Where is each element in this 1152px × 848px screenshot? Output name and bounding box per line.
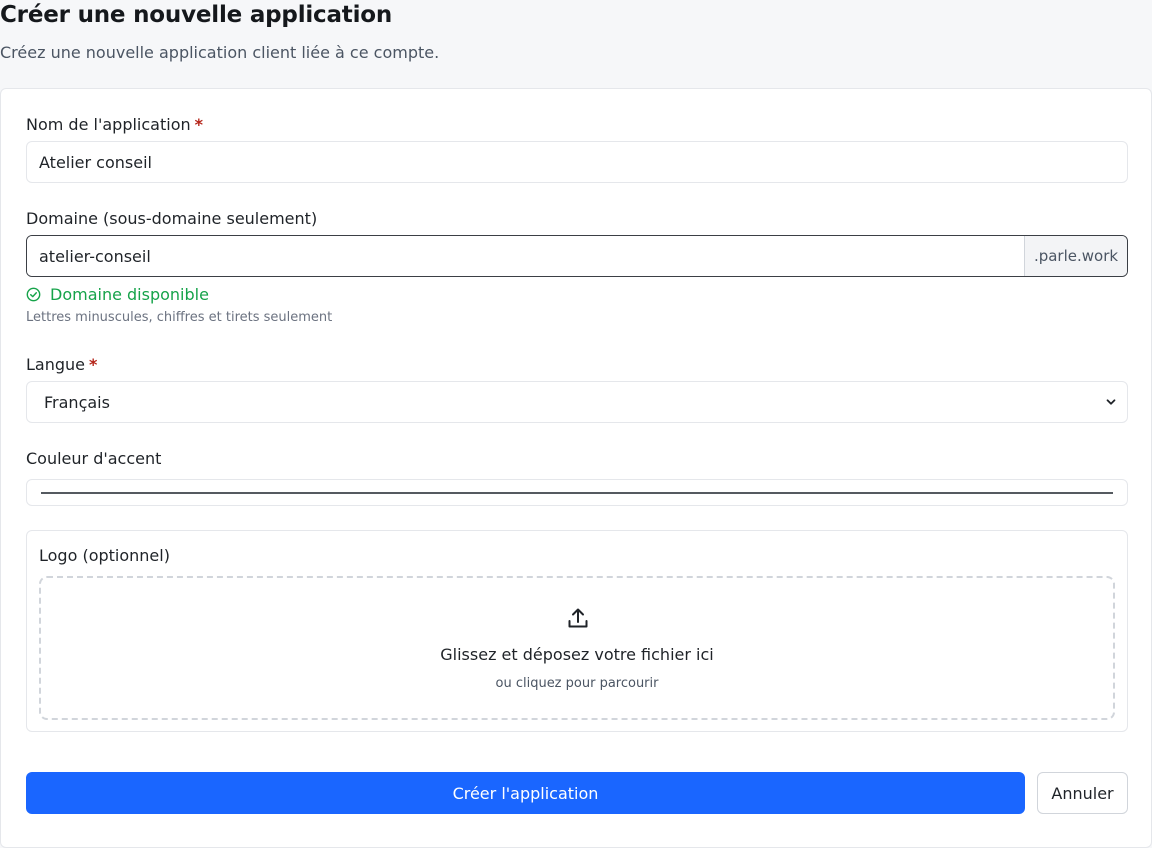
language-select[interactable]: Français [26, 381, 1128, 423]
domain-suffix: .parle.work [1024, 236, 1127, 276]
domain-label: Domaine (sous-domaine seulement) [26, 209, 318, 228]
app-name-input[interactable] [26, 141, 1128, 183]
page-header: Créer une nouvelle application Créez une… [0, 0, 1152, 88]
create-app-form: Nom de l'application* Domaine (sous-doma… [0, 88, 1152, 848]
chevron-down-icon [1106, 399, 1116, 405]
dropzone-subtitle: ou cliquez pour parcourir [495, 676, 659, 691]
page-title: Créer une nouvelle application [0, 2, 393, 28]
language-selected-value: Français [44, 392, 110, 412]
domain-hint: Lettres minuscules, chiffres et tirets s… [26, 310, 333, 325]
dropzone-title: Glissez et déposez votre fichier ici [440, 645, 714, 664]
accent-color-label: Couleur d'accent [26, 449, 162, 468]
cancel-button[interactable]: Annuler [1037, 772, 1128, 814]
domain-input[interactable] [27, 236, 1024, 276]
domain-status-text: Domaine disponible [50, 284, 209, 304]
logo-section: Logo (optionnel) Glissez et déposez votr… [26, 530, 1128, 732]
page-subtitle: Créez une nouvelle application client li… [0, 43, 440, 62]
accent-color-picker[interactable] [26, 479, 1128, 506]
domain-status: Domaine disponible [26, 283, 209, 305]
language-label-text: Langue [26, 355, 85, 374]
create-app-button[interactable]: Créer l'application [26, 772, 1025, 814]
domain-input-group: .parle.work [26, 235, 1128, 277]
logo-dropzone[interactable]: Glissez et déposez votre fichier ici ou … [39, 576, 1115, 720]
app-name-label: Nom de l'application * [26, 115, 203, 134]
accent-color-swatch [41, 492, 1113, 494]
required-mark: * [89, 355, 98, 374]
upload-icon [568, 608, 588, 628]
required-mark: * [194, 115, 203, 134]
check-circle-icon [26, 287, 41, 301]
app-name-label-text: Nom de l'application [26, 115, 191, 134]
language-label: Langue * [26, 355, 97, 374]
logo-label: Logo (optionnel) [39, 546, 170, 565]
